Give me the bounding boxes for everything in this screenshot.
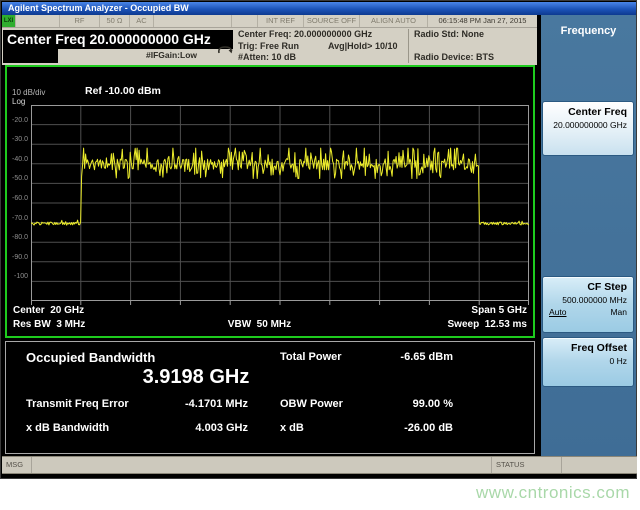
obw-title: Occupied Bandwidth (26, 350, 155, 365)
status-align-auto: ALIGN AUTO (360, 15, 428, 27)
continuous-sweep-icon (216, 45, 234, 56)
status-datetime: 06:15:48 PM Jan 27, 2015 (428, 15, 537, 27)
lxi-indicator: LXI (2, 15, 16, 27)
window-title: Agilent Spectrum Analyzer - Occupied BW (8, 3, 189, 13)
avg-hold-readback: Avg|Hold> 10/10 (328, 41, 397, 53)
status-rf: RF (60, 15, 100, 27)
softkey-label: Center Freq (549, 106, 627, 118)
res-bw-annotation: Res BW 3 MHz (13, 319, 85, 332)
xdb-bandwidth-value: 4.003 GHz (116, 422, 248, 434)
readout-spacer (3, 49, 58, 63)
menu-title: Frequency (541, 25, 636, 37)
y-axis-tick: -70.0 (7, 215, 28, 222)
msg-content-cell (32, 457, 492, 473)
atten-readback: #Atten: 10 dB (238, 52, 372, 64)
total-power-value: -6.65 dBm (331, 351, 453, 363)
y-axis-tick: -90.0 (7, 254, 28, 261)
softkey-value: 0 Hz (549, 356, 627, 366)
softkey-cf-step[interactable]: CF Step 500.000000 MHz Auto Man (542, 276, 634, 333)
obw-value: 3.9198 GHz (66, 366, 326, 389)
cf-step-auto-option[interactable]: Auto (549, 307, 567, 317)
if-gain-label: #IFGain:Low (146, 50, 197, 60)
spectrum-trace-plot (31, 105, 529, 307)
analyzer-window: Agilent Spectrum Analyzer - Occupied BW … (0, 0, 637, 479)
y-axis-tick: -80.0 (7, 234, 28, 241)
status-spacer (16, 15, 60, 27)
status-spacer (232, 15, 258, 27)
radio-std-readback: Radio Std: None (414, 29, 494, 41)
xdb-value: -26.00 dB (331, 422, 453, 434)
page: Agilent Spectrum Analyzer - Occupied BW … (0, 0, 640, 510)
watermark-text: www.cntronics.com (476, 483, 630, 503)
status-int-ref: INT REF (258, 15, 304, 27)
softkey-menu: Frequency Center Freq 20.000000000 GHz C… (541, 15, 636, 456)
transmit-freq-error-value: -4.1701 MHz (116, 398, 248, 410)
y-axis-tick: -40.0 (7, 156, 28, 163)
radio-device-readback: Radio Device: BTS (414, 52, 494, 64)
msg-cell: MSG (2, 457, 32, 473)
y-axis-tick: -20.0 (7, 117, 28, 124)
softkey-label: Freq Offset (549, 342, 627, 354)
transmit-freq-error-label: Transmit Freq Error (26, 398, 129, 410)
freq-annotation-row: Center 20 GHz Span 5 GHz (7, 305, 533, 318)
status-source-off: SOURCE OFF (304, 15, 360, 27)
softkey-value: 20.000000000 GHz (549, 120, 627, 130)
status-content-cell (562, 457, 637, 473)
log-scale-label: Log (12, 97, 25, 106)
softkey-freq-offset[interactable]: Freq Offset 0 Hz (542, 337, 634, 387)
y-axis-tick: -100 (7, 273, 28, 280)
sweep-annotation: Sweep 12.53 ms (448, 319, 528, 332)
status-impedance: 50 Ω (100, 15, 130, 27)
settings-column-3: Radio Std: None Radio Device: BTS (408, 29, 494, 63)
status-spacer (154, 15, 232, 27)
scale-per-div-label: 10 dB/div (12, 88, 45, 97)
bw-annotation-row: Res BW 3 MHz VBW 50 MHz Sweep 12.53 ms (7, 319, 533, 332)
status-strip: LXI RF 50 Ω AC INT REF SOURCE OFF ALIGN … (2, 15, 537, 28)
vbw-annotation: VBW 50 MHz (228, 319, 291, 330)
settings-column-2: Avg|Hold> 10/10 (328, 41, 397, 53)
status-cell: STATUS (492, 457, 562, 473)
active-function-readout: Center Freq 20.000000000 GHz (3, 30, 233, 49)
softkey-value: 500.000000 MHz (549, 295, 627, 305)
softkey-center-freq[interactable]: Center Freq 20.000000000 GHz (542, 101, 634, 156)
spectrum-display: 10 dB/div Log Ref -10.00 dBm -20.0 -30.0… (5, 65, 535, 338)
softkey-label: CF Step (549, 281, 627, 293)
obw-results-panel: Occupied Bandwidth 3.9198 GHz Total Powe… (5, 341, 535, 454)
y-axis-tick: -30.0 (7, 136, 28, 143)
window-titlebar: Agilent Spectrum Analyzer - Occupied BW (2, 2, 636, 15)
xdb-label: x dB (280, 422, 304, 434)
status-coupling: AC (130, 15, 154, 27)
center-freq-annotation: Center 20 GHz (13, 305, 84, 318)
span-annotation: Span 5 GHz (471, 305, 527, 318)
ref-level-label: Ref -10.00 dBm (85, 85, 161, 97)
xdb-bandwidth-label: x dB Bandwidth (26, 422, 109, 434)
y-axis-tick: -60.0 (7, 195, 28, 202)
center-freq-readback: Center Freq: 20.000000000 GHz (238, 29, 372, 41)
cf-step-man-option[interactable]: Man (610, 307, 627, 317)
obw-power-value: 99.00 % (331, 398, 453, 410)
message-status-bar: MSG STATUS (2, 456, 637, 474)
measurement-bar: Center Freq 20.000000000 GHz #IFGain:Low… (2, 28, 537, 65)
y-axis-tick: -50.0 (7, 175, 28, 182)
